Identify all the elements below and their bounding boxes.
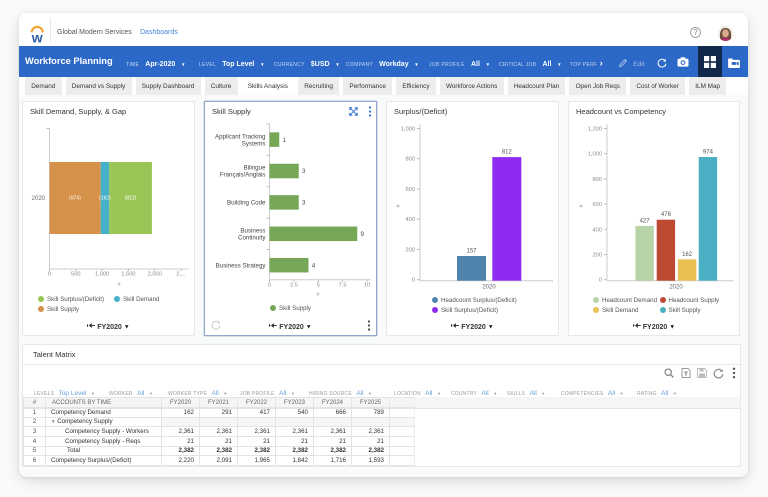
svg-text:w: w <box>31 29 43 43</box>
svg-text:800: 800 <box>406 157 416 163</box>
svg-text:9: 9 <box>361 231 365 238</box>
svg-text:476: 476 <box>661 212 672 218</box>
svg-text:0: 0 <box>48 272 51 278</box>
svg-text:Français/Anglais: Français/Anglais <box>220 172 266 179</box>
svg-text:974: 974 <box>703 150 714 156</box>
svg-text:1: 1 <box>283 137 287 144</box>
svg-text:Business Strategy: Business Strategy <box>216 262 267 269</box>
svg-text:1,200: 1,200 <box>588 127 602 133</box>
svg-text:2,...: 2,... <box>176 272 186 278</box>
svg-text:0: 0 <box>412 278 415 284</box>
svg-text:3: 3 <box>302 200 306 207</box>
svg-text:812: 812 <box>502 150 513 156</box>
svg-text:5: 5 <box>317 283 320 289</box>
svg-text:600: 600 <box>406 187 416 193</box>
svg-text:1,000: 1,000 <box>401 127 415 133</box>
svg-text:157: 157 <box>466 249 477 255</box>
svg-text:3: 3 <box>302 168 306 175</box>
svg-text:Business: Business <box>240 228 265 235</box>
svg-text:(812): (812) <box>125 196 137 202</box>
svg-text:2020: 2020 <box>32 196 46 202</box>
svg-text:Continuity: Continuity <box>238 235 266 242</box>
svg-text:1,500: 1,500 <box>121 272 135 278</box>
svg-text:800: 800 <box>593 177 603 183</box>
svg-text:2,000: 2,000 <box>148 272 162 278</box>
svg-text:(162): (162) <box>99 196 111 202</box>
svg-text:7.5: 7.5 <box>339 283 347 289</box>
svg-text:Bilingue: Bilingue <box>243 165 266 172</box>
svg-text:400: 400 <box>406 217 416 223</box>
svg-text:1,000: 1,000 <box>588 152 602 158</box>
svg-text:10: 10 <box>364 283 370 289</box>
svg-text:4: 4 <box>312 262 316 269</box>
svg-text:2.5: 2.5 <box>290 283 298 289</box>
svg-text:Applicant Tracking: Applicant Tracking <box>215 133 266 140</box>
svg-text:400: 400 <box>593 227 603 233</box>
svg-text:#: # <box>117 282 121 288</box>
svg-text:162: 162 <box>682 252 693 258</box>
svg-text:0: 0 <box>268 283 271 289</box>
svg-text:427: 427 <box>640 218 651 224</box>
svg-text:0: 0 <box>599 278 602 284</box>
svg-text:200: 200 <box>593 253 603 259</box>
svg-text:#: # <box>579 204 585 208</box>
svg-text:2020: 2020 <box>669 285 683 291</box>
svg-text:1,000: 1,000 <box>95 272 109 278</box>
svg-text:(974): (974) <box>69 196 81 202</box>
svg-text:200: 200 <box>406 248 416 254</box>
svg-text:2020: 2020 <box>482 285 496 291</box>
svg-text:600: 600 <box>593 202 603 208</box>
svg-text:#: # <box>396 204 402 208</box>
svg-text:Building Code: Building Code <box>227 200 266 207</box>
svg-text:#: # <box>316 292 320 298</box>
svg-text:Systems: Systems <box>242 140 266 147</box>
svg-text:500: 500 <box>71 272 81 278</box>
